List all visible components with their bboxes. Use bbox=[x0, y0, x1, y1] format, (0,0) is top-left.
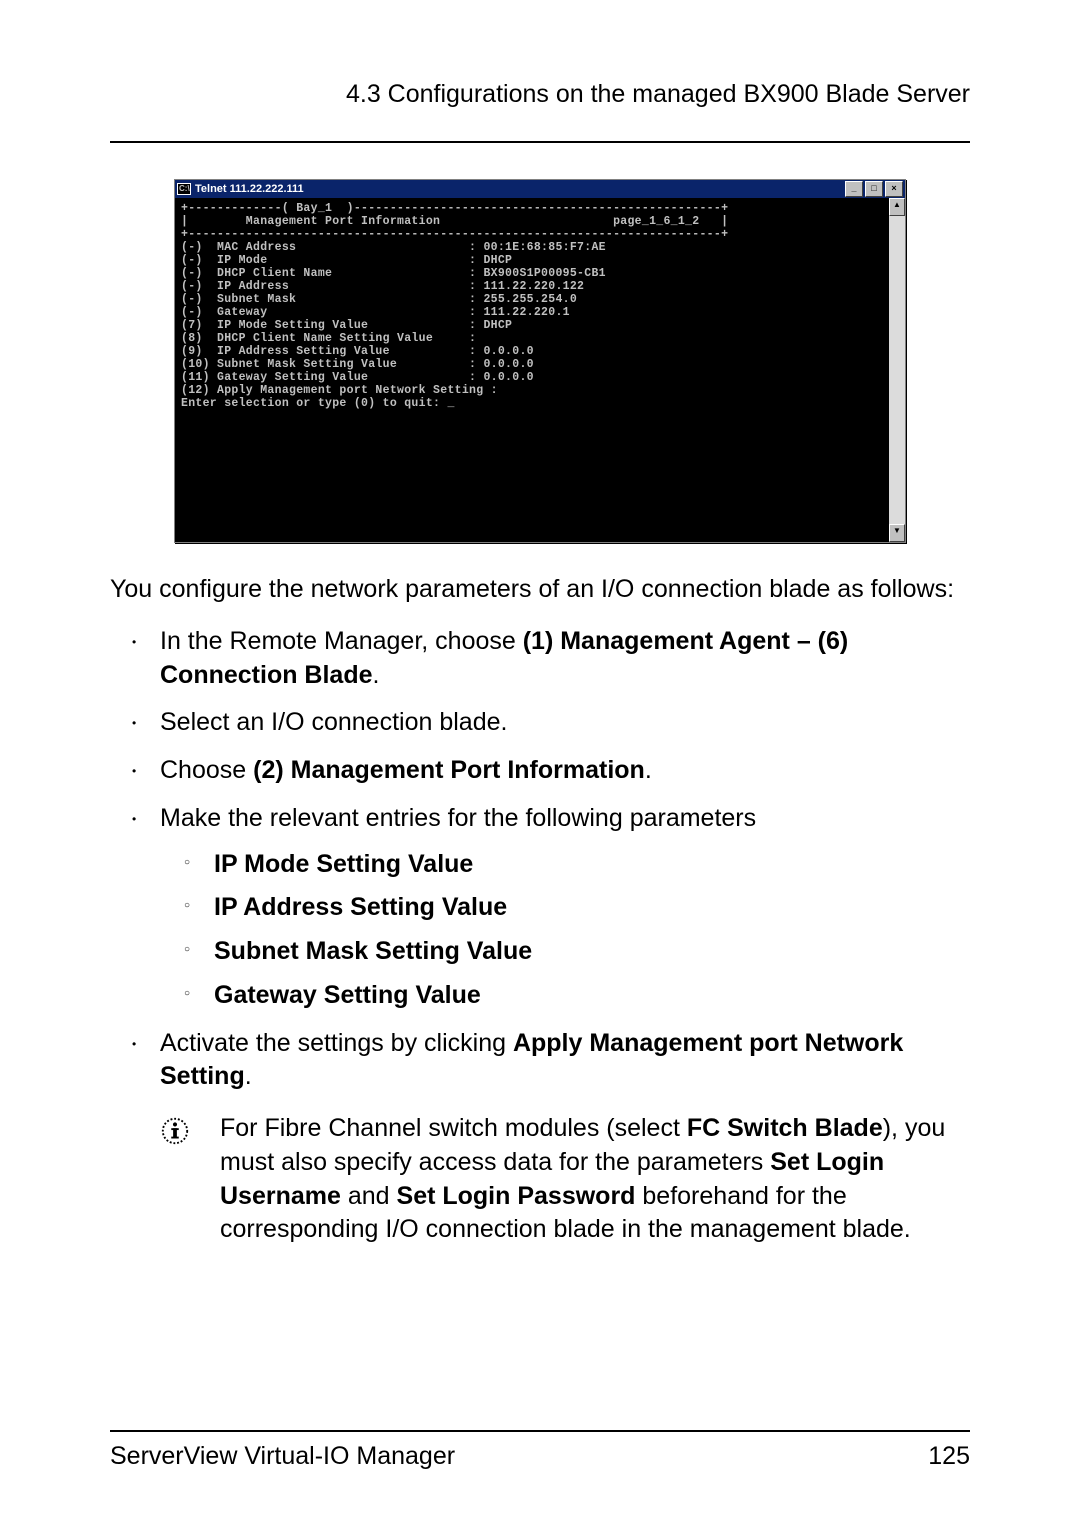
close-button[interactable]: × bbox=[885, 181, 903, 197]
page-number: 125 bbox=[928, 1442, 970, 1471]
list-item: In the Remote Manager, choose (1) Manage… bbox=[160, 625, 970, 693]
text: Choose bbox=[160, 756, 253, 784]
text: . bbox=[645, 756, 652, 784]
text: Activate the settings by clicking bbox=[160, 1029, 513, 1057]
footer-rule bbox=[110, 1430, 970, 1432]
info-text: For Fibre Channel switch modules (select… bbox=[220, 1112, 970, 1247]
bold-text: Set Login Password bbox=[397, 1182, 636, 1210]
text: . bbox=[245, 1062, 252, 1090]
info-icon bbox=[160, 1116, 190, 1146]
list-item: Select an I/O connection blade. bbox=[160, 706, 970, 740]
telnet-window: C:\ Telnet 111.22.222.111 _ □ × +-------… bbox=[174, 179, 906, 543]
text: and bbox=[341, 1182, 397, 1210]
page-footer: ServerView Virtual-IO Manager 125 bbox=[110, 1430, 970, 1471]
scroll-track[interactable] bbox=[889, 216, 905, 524]
header-rule bbox=[110, 141, 970, 143]
list-item: Choose (2) Management Port Information. bbox=[160, 754, 970, 788]
parameter-sublist: IP Mode Setting Value IP Address Setting… bbox=[160, 848, 970, 1013]
system-menu-icon[interactable]: C:\ bbox=[177, 183, 191, 195]
scroll-down-button[interactable]: ▼ bbox=[889, 524, 905, 542]
sub-item: Subnet Mask Setting Value bbox=[214, 935, 970, 969]
scroll-up-button[interactable]: ▲ bbox=[889, 198, 905, 216]
intro-paragraph: You configure the network parameters of … bbox=[110, 573, 970, 607]
maximize-button[interactable]: □ bbox=[865, 181, 883, 197]
text: For Fibre Channel switch modules (select bbox=[220, 1114, 687, 1142]
info-note: For Fibre Channel switch modules (select… bbox=[160, 1112, 970, 1247]
list-item: Activate the settings by clicking Apply … bbox=[160, 1027, 970, 1095]
bold-text: FC Switch Blade bbox=[687, 1114, 883, 1142]
sub-item: IP Mode Setting Value bbox=[214, 848, 970, 882]
sub-item: Gateway Setting Value bbox=[214, 979, 970, 1013]
window-title: Telnet 111.22.222.111 bbox=[195, 183, 843, 195]
scrollbar[interactable]: ▲ ▼ bbox=[889, 198, 905, 542]
bold-text: (2) Management Port Information bbox=[253, 756, 645, 784]
window-titlebar: C:\ Telnet 111.22.222.111 _ □ × bbox=[175, 180, 905, 198]
footer-title: ServerView Virtual-IO Manager bbox=[110, 1442, 455, 1471]
sub-item: IP Address Setting Value bbox=[214, 891, 970, 925]
terminal-content[interactable]: +-------------( Bay_1 )-----------------… bbox=[175, 198, 889, 542]
minimize-button[interactable]: _ bbox=[845, 181, 863, 197]
text: In the Remote Manager, choose bbox=[160, 627, 523, 655]
instruction-list: In the Remote Manager, choose (1) Manage… bbox=[110, 625, 970, 1094]
text: . bbox=[373, 661, 380, 689]
text: Make the relevant entries for the follow… bbox=[160, 804, 756, 832]
list-item: Make the relevant entries for the follow… bbox=[160, 802, 970, 1013]
section-header: 4.3 Configurations on the managed BX900 … bbox=[110, 80, 970, 109]
